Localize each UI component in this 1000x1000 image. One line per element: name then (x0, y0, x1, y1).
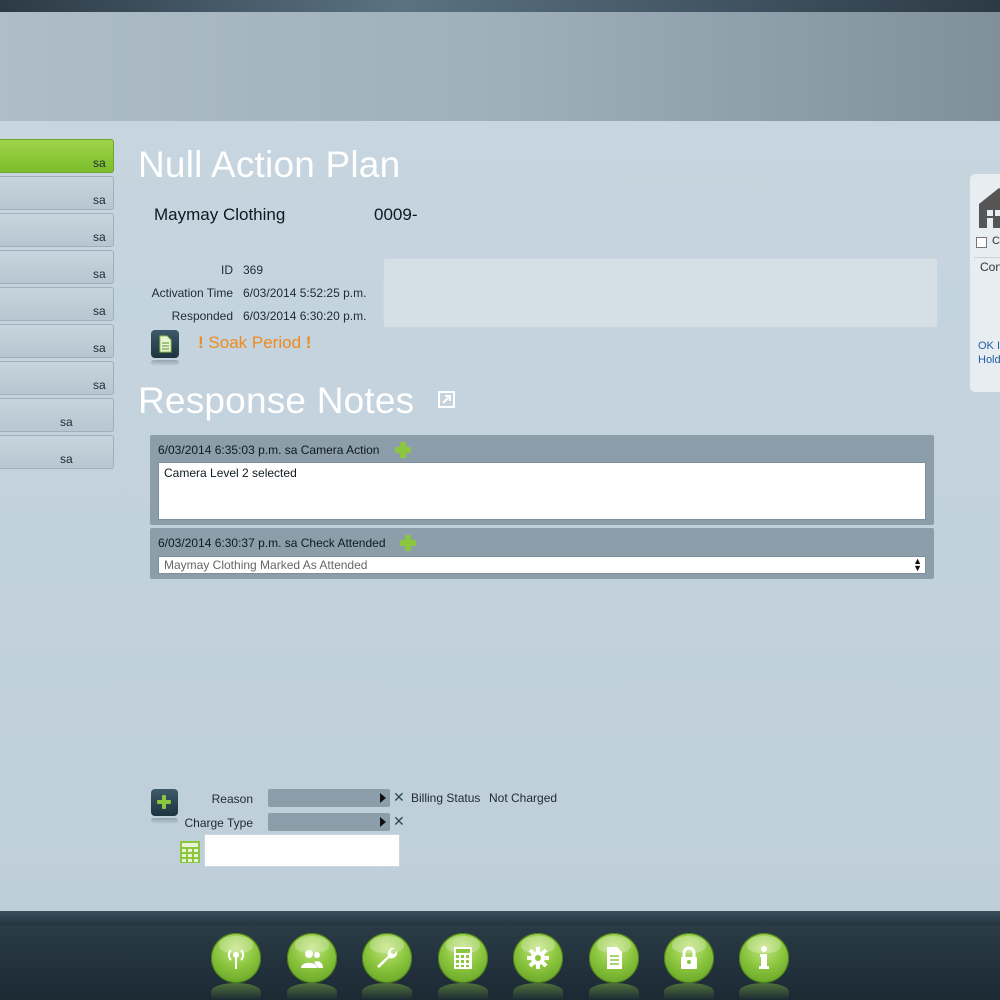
button-reflection (287, 983, 337, 1000)
dropdown-arrow-icon (380, 817, 386, 827)
sidebar-item-label: sa (93, 267, 106, 281)
panel-checkbox-label: C (992, 235, 1000, 247)
panel-checkbox[interactable] (976, 237, 987, 248)
page-title: Null Action Plan (138, 144, 401, 185)
sidebar-item-label: sa (93, 341, 106, 355)
sidebar-item-label: sa (93, 230, 106, 244)
users-button[interactable] (287, 933, 337, 983)
note-item: 6/03/2014 6:35:03 p.m. sa Camera Action … (150, 435, 934, 525)
response-notes-title: Response Notes (138, 380, 415, 421)
sidebar-item-6[interactable]: sa (0, 324, 114, 358)
document-button[interactable] (151, 330, 179, 366)
sidebar-item-4[interactable]: sa (0, 250, 114, 284)
customer-name: Maymay Clothing (154, 205, 286, 224)
clear-reason-icon[interactable]: ✕ (393, 789, 405, 806)
document-icon (607, 947, 622, 969)
header-bar (0, 12, 1000, 121)
sidebar-item-label: sa (93, 378, 106, 392)
note-header: 6/03/2014 6:30:37 p.m. sa Check Attended (158, 536, 386, 550)
sidebar-item-7[interactable]: sa (0, 361, 114, 395)
button-reflection (589, 983, 639, 1000)
sidebar-item-1[interactable]: sa (0, 139, 114, 173)
info-icon (759, 946, 769, 969)
panel-link-ok[interactable]: OK I (978, 339, 1000, 353)
button-reflection (513, 983, 563, 1000)
sidebar-item-label: sa (93, 193, 106, 207)
status-text: Soak Period (208, 333, 302, 352)
details-box (383, 258, 938, 328)
sidebar-item-label: sa (60, 452, 73, 466)
footer-highlight (0, 911, 1000, 925)
lock-icon (681, 946, 697, 969)
id-label: ID (221, 263, 233, 277)
billing-status-value: Not Charged (489, 791, 558, 805)
wrench-icon (377, 947, 398, 968)
gear-icon (527, 947, 549, 969)
info-button[interactable] (739, 933, 789, 983)
sidebar-item-label: sa (93, 304, 106, 318)
sidebar-item-label: sa (60, 415, 73, 429)
right-panel: C Con OK I Hold (969, 173, 1000, 393)
panel-link-hold[interactable]: Hold (978, 353, 1000, 367)
panel-links: OK I Hold (978, 339, 1000, 367)
note-select[interactable]: Maymay Clothing Marked As Attended ▲ ▼ (158, 556, 926, 574)
sidebar-item-2[interactable]: sa (0, 176, 114, 210)
button-reflection (362, 983, 412, 1000)
sidebar-item-3[interactable]: sa (0, 213, 114, 247)
button-reflection (438, 983, 488, 1000)
alert-icon: ! (305, 333, 312, 352)
sidebar-item-9[interactable]: sa (0, 435, 114, 469)
button-reflection (211, 983, 261, 1000)
status-badge: ! Soak Period ! (198, 333, 311, 353)
panel-text: Con (980, 260, 1000, 274)
window-top-edge (0, 0, 1000, 12)
activation-time-value: 6/03/2014 5:52:25 p.m. (243, 286, 367, 300)
id-value: 369 (243, 263, 264, 277)
responded-value: 6/03/2014 6:30:20 p.m. (243, 309, 367, 323)
calculator-icon[interactable] (180, 841, 200, 863)
calculator-icon (454, 947, 472, 969)
add-note-icon[interactable] (395, 442, 411, 458)
alert-icon: ! (198, 333, 204, 352)
dropdown-arrow-icon (380, 793, 386, 803)
signal-button[interactable] (211, 933, 261, 983)
lock-button[interactable] (664, 933, 714, 983)
sidebar-item-5[interactable]: sa (0, 287, 114, 321)
calculator-button[interactable] (438, 933, 488, 983)
activation-time-label: Activation Time (151, 286, 233, 300)
charge-type-label: Charge Type (184, 816, 254, 830)
house-icon (979, 188, 1000, 228)
panel-divider (974, 257, 1000, 258)
button-reflection (739, 983, 789, 1000)
sidebar-item-label: sa (93, 156, 106, 170)
document-icon (159, 335, 172, 353)
reports-button[interactable] (589, 933, 639, 983)
note-select-value: Maymay Clothing Marked As Attended (164, 558, 368, 572)
note-item: 6/03/2014 6:30:37 p.m. sa Check Attended… (150, 528, 934, 579)
popout-icon[interactable] (438, 391, 455, 408)
sidebar: sa sa sa sa sa sa sa sa sa (0, 139, 114, 472)
note-header: 6/03/2014 6:35:03 p.m. sa Camera Action (158, 443, 380, 457)
select-arrows-icon: ▲ ▼ (913, 556, 922, 573)
responded-label: Responded (171, 309, 233, 323)
users-icon (301, 950, 323, 968)
clear-charge-type-icon[interactable]: ✕ (393, 813, 405, 830)
settings-button[interactable] (513, 933, 563, 983)
amount-input[interactable] (204, 834, 400, 867)
billing-status-label: Billing Status (411, 791, 481, 805)
tools-button[interactable] (362, 933, 412, 983)
signal-icon (227, 949, 245, 969)
button-reflection (664, 983, 714, 1000)
charge-type-dropdown[interactable] (268, 813, 390, 831)
reason-label: Reason (211, 792, 253, 806)
sidebar-item-8[interactable]: sa (0, 398, 114, 432)
reason-dropdown[interactable] (268, 789, 390, 807)
customer-number: 0009- (374, 205, 418, 224)
note-text-area[interactable]: Camera Level 2 selected (158, 462, 926, 520)
add-note-icon[interactable] (400, 535, 416, 551)
